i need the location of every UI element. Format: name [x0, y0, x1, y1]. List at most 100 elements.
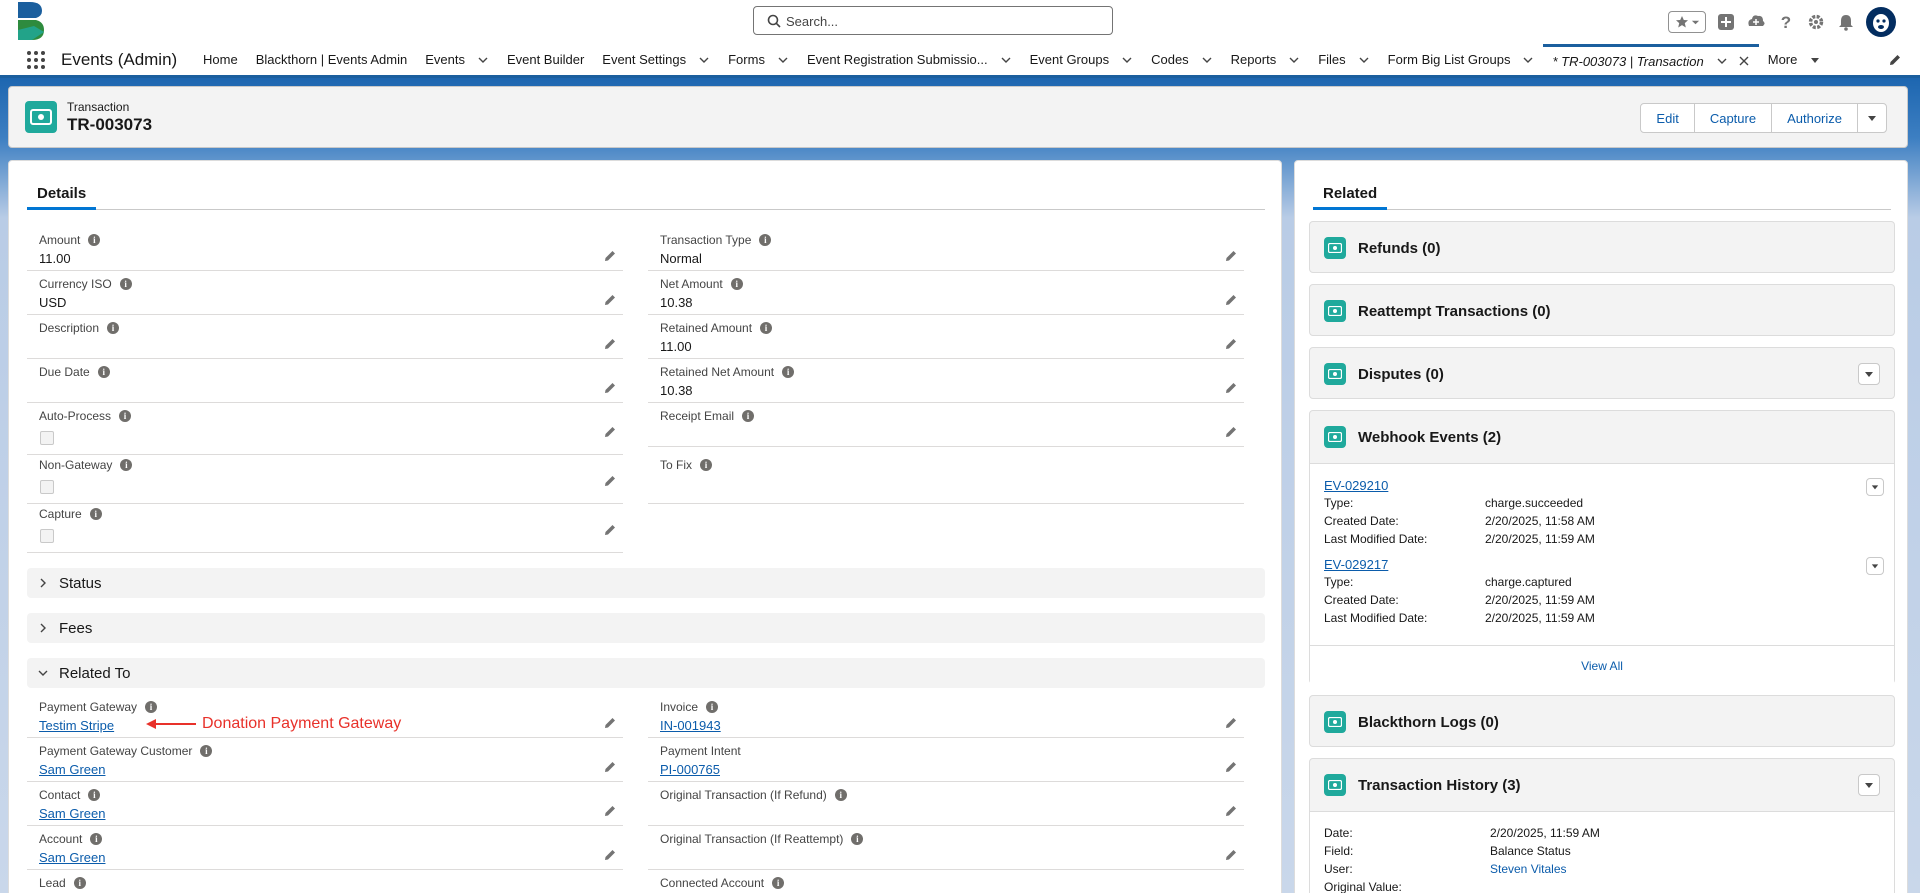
related-list-title[interactable]: Transaction History (3) [1358, 777, 1521, 794]
chevron-down-icon[interactable] [777, 54, 789, 66]
more-actions-button[interactable] [1857, 103, 1887, 133]
chevron-down-icon[interactable] [1201, 54, 1213, 66]
trailhead-icon[interactable] [1746, 12, 1766, 32]
edit-nav-pencil-icon[interactable] [1888, 53, 1902, 67]
payment-gateway-customer-link[interactable]: Sam Green [39, 762, 105, 777]
edit-pencil-icon[interactable] [1224, 381, 1238, 395]
edit-pencil-icon[interactable] [1224, 716, 1238, 730]
account-link[interactable]: Sam Green [39, 850, 105, 865]
edit-pencil-icon[interactable] [1224, 337, 1238, 351]
nav-item-files[interactable]: Files [1309, 44, 1378, 75]
tab-transaction-record[interactable]: * TR-003073 | Transaction [1543, 44, 1759, 75]
info-icon[interactable]: i [88, 789, 101, 801]
nav-item-blackthorn-events-admin[interactable]: Blackthorn | Events Admin [247, 44, 417, 75]
app-launcher-icon[interactable] [26, 50, 46, 70]
invoice-link[interactable]: IN-001943 [660, 718, 721, 733]
nav-item-event-groups[interactable]: Event Groups [1021, 44, 1143, 75]
favorites-button[interactable] [1668, 11, 1706, 33]
related-list-menu-button[interactable] [1858, 774, 1880, 796]
nav-item-reports[interactable]: Reports [1222, 44, 1310, 75]
related-list-title[interactable]: Disputes (0) [1358, 366, 1444, 383]
contact-link[interactable]: Sam Green [39, 806, 105, 821]
payment-intent-link[interactable]: PI-000765 [660, 762, 720, 777]
edit-pencil-icon[interactable] [1224, 249, 1238, 263]
edit-pencil-icon[interactable] [603, 337, 617, 351]
nav-item-home[interactable]: Home [194, 44, 247, 75]
edit-pencil-icon[interactable] [603, 804, 617, 818]
setup-gear-icon[interactable] [1806, 12, 1826, 32]
info-icon[interactable]: i [730, 278, 743, 290]
edit-pencil-icon[interactable] [1224, 760, 1238, 774]
section-related-to[interactable]: Related To [27, 658, 1265, 688]
search-input[interactable] [786, 11, 1096, 31]
user-avatar[interactable] [1866, 7, 1896, 37]
chevron-down-icon[interactable] [477, 54, 489, 66]
info-icon[interactable]: i [90, 833, 103, 845]
section-status[interactable]: Status [27, 568, 1265, 598]
nav-item-events[interactable]: Events [416, 44, 498, 75]
related-list-title[interactable]: Reattempt Transactions (0) [1358, 303, 1551, 320]
info-icon[interactable]: i [73, 877, 86, 889]
related-list-title[interactable]: Webhook Events (2) [1358, 429, 1501, 446]
edit-pencil-icon[interactable] [603, 425, 617, 439]
info-icon[interactable]: i [782, 366, 795, 378]
chevron-down-icon[interactable] [1000, 54, 1012, 66]
global-actions-icon[interactable] [1716, 12, 1736, 32]
edit-pencil-icon[interactable] [603, 523, 617, 537]
global-search[interactable] [753, 6, 1113, 35]
info-icon[interactable]: i [97, 366, 110, 378]
related-list-title[interactable]: Blackthorn Logs (0) [1358, 714, 1499, 731]
edit-pencil-icon[interactable] [603, 249, 617, 263]
chevron-down-icon[interactable] [698, 54, 710, 66]
chevron-down-icon[interactable] [1288, 54, 1300, 66]
info-icon[interactable]: i [145, 701, 158, 713]
info-icon[interactable]: i [851, 833, 864, 845]
nav-item-event-registration-submissions[interactable]: Event Registration Submissio... [798, 44, 1021, 75]
authorize-button[interactable]: Authorize [1771, 103, 1858, 133]
info-icon[interactable]: i [88, 234, 101, 246]
webhook-event-link[interactable]: EV-029210 [1324, 478, 1388, 493]
capture-button[interactable]: Capture [1693, 103, 1773, 133]
info-icon[interactable]: i [119, 278, 132, 290]
chevron-down-icon[interactable] [1358, 54, 1370, 66]
info-icon[interactable]: i [706, 701, 719, 713]
row-actions-button[interactable] [1866, 557, 1884, 575]
help-icon[interactable]: ? [1776, 12, 1796, 32]
edit-pencil-icon[interactable] [1224, 425, 1238, 439]
webhook-event-link[interactable]: EV-029217 [1324, 557, 1388, 572]
chevron-down-icon[interactable] [1716, 55, 1728, 67]
info-icon[interactable]: i [759, 234, 772, 246]
edit-pencil-icon[interactable] [1224, 293, 1238, 307]
chevron-down-icon[interactable] [1121, 54, 1133, 66]
section-fees[interactable]: Fees [27, 613, 1265, 643]
edit-pencil-icon[interactable] [603, 293, 617, 307]
edit-button[interactable]: Edit [1640, 103, 1695, 133]
info-icon[interactable]: i [89, 508, 102, 520]
chevron-down-icon[interactable] [1522, 54, 1534, 66]
nav-item-form-big-list-groups[interactable]: Form Big List Groups [1379, 44, 1544, 75]
edit-pencil-icon[interactable] [1224, 804, 1238, 818]
nav-item-codes[interactable]: Codes [1142, 44, 1222, 75]
info-icon[interactable]: i [107, 322, 120, 334]
info-icon[interactable]: i [120, 459, 133, 471]
nav-item-event-builder[interactable]: Event Builder [498, 44, 593, 75]
edit-pencil-icon[interactable] [603, 381, 617, 395]
related-list-title[interactable]: Refunds (0) [1358, 240, 1441, 257]
info-icon[interactable]: i [772, 877, 785, 889]
nav-item-event-settings[interactable]: Event Settings [593, 44, 719, 75]
row-actions-button[interactable] [1866, 478, 1884, 496]
edit-pencil-icon[interactable] [1224, 848, 1238, 862]
user-link[interactable]: Steven Vitales [1490, 862, 1567, 876]
edit-pencil-icon[interactable] [603, 760, 617, 774]
edit-pencil-icon[interactable] [603, 716, 617, 730]
blackthorn-logo[interactable] [14, 2, 50, 42]
nav-item-forms[interactable]: Forms [719, 44, 798, 75]
view-all-link[interactable]: View All [1310, 645, 1894, 685]
edit-pencil-icon[interactable] [603, 848, 617, 862]
info-icon[interactable]: i [742, 410, 755, 422]
info-icon[interactable]: i [200, 745, 213, 757]
edit-pencil-icon[interactable] [603, 474, 617, 488]
related-list-menu-button[interactable] [1858, 363, 1880, 385]
close-icon[interactable] [1738, 55, 1750, 67]
info-icon[interactable]: i [834, 789, 847, 801]
